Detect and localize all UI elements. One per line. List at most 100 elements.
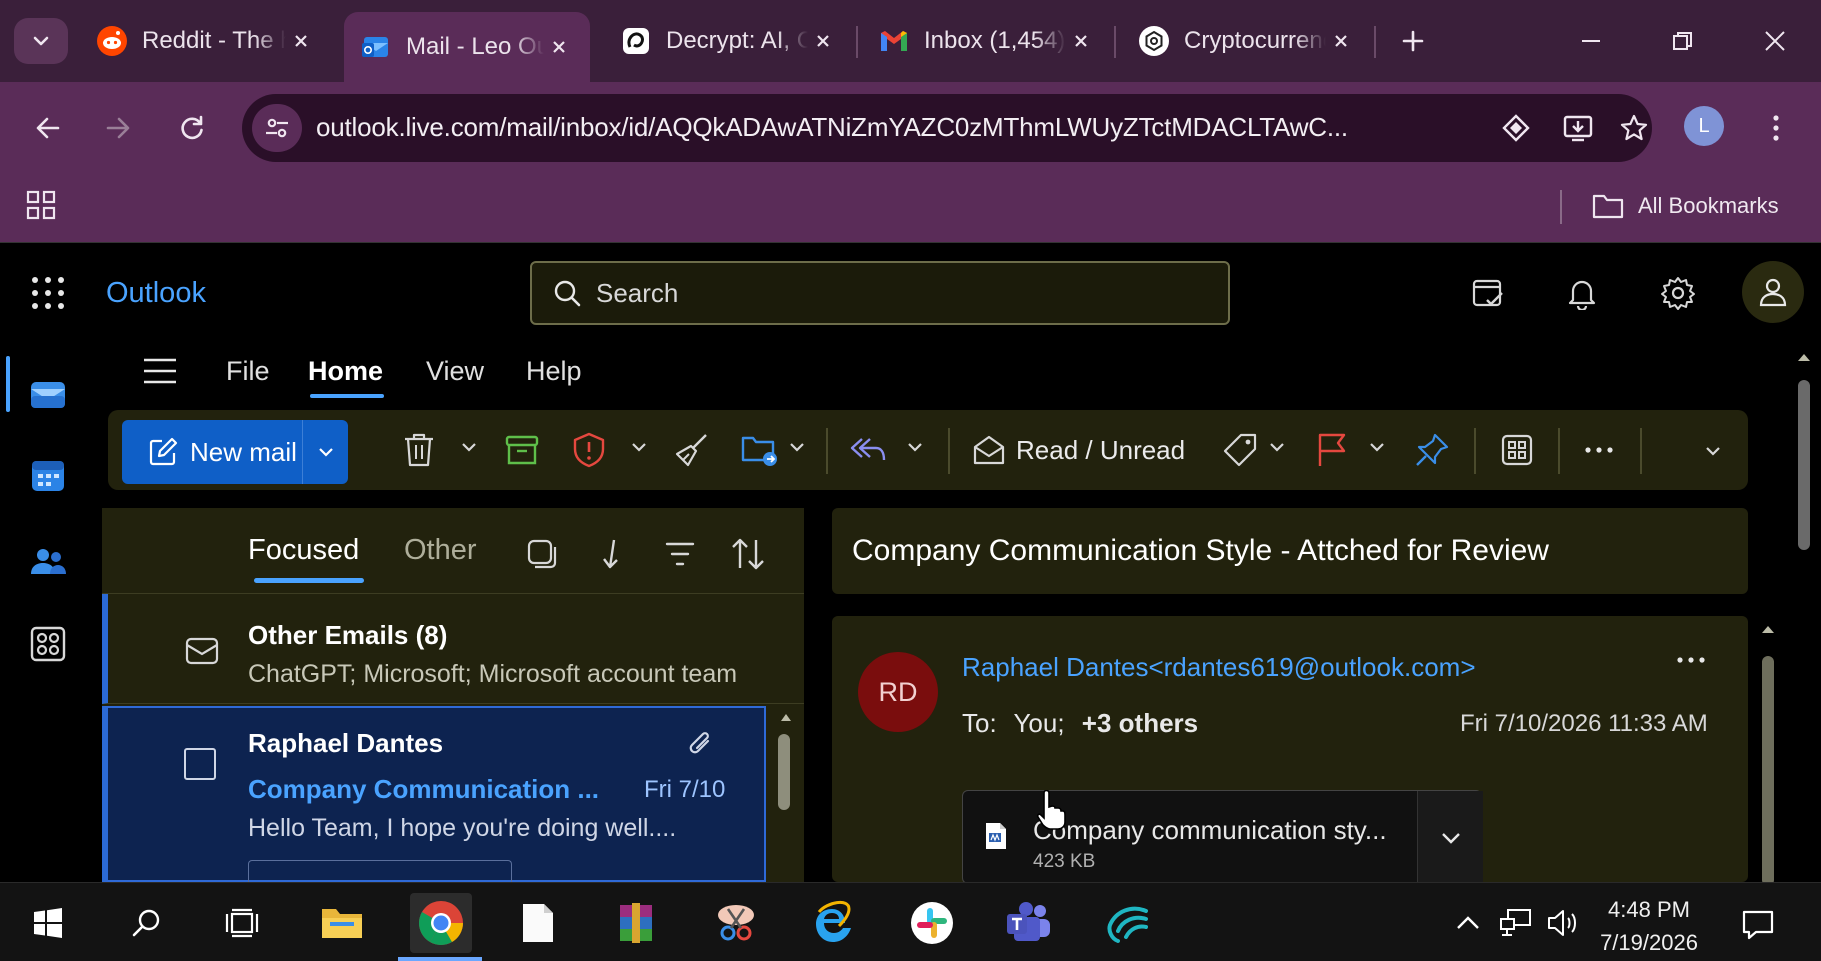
back-button[interactable] — [26, 106, 70, 150]
rail-apps[interactable] — [26, 622, 70, 666]
select-mode-button[interactable] — [524, 536, 560, 572]
volume-icon[interactable] — [1544, 903, 1584, 943]
internet-explorer-button[interactable] — [802, 893, 862, 953]
attachment-menu-button[interactable] — [1417, 791, 1483, 885]
notepad-button[interactable] — [508, 893, 568, 953]
tab-cryptocurrency[interactable]: Cryptocurrency — [1138, 14, 1356, 68]
chrome-taskbar-button[interactable] — [410, 893, 472, 953]
close-tab-icon[interactable] — [1326, 26, 1356, 56]
categorize-button[interactable] — [1222, 430, 1258, 470]
recipient-you[interactable]: You; — [1013, 708, 1064, 738]
recipient-others[interactable]: +3 others — [1082, 708, 1198, 738]
all-bookmarks-button[interactable]: All Bookmarks — [1592, 186, 1779, 226]
browser-menu-button[interactable] — [1754, 106, 1798, 150]
new-mail-button[interactable]: New mail — [122, 420, 348, 484]
read-unread-button[interactable]: Read / Unread — [972, 430, 1185, 470]
tab-search-button[interactable] — [14, 18, 68, 64]
categorize-dropdown[interactable] — [1268, 438, 1286, 456]
system-clock[interactable]: 4:48 PM 7/19/2026 — [1594, 893, 1704, 959]
network-icon[interactable] — [1496, 903, 1536, 943]
site-info-button[interactable] — [252, 104, 302, 152]
other-emails-summary-row[interactable]: Other Emails (8) ChatGPT; Microsoft; Mic… — [102, 594, 804, 704]
google-lens-button[interactable] — [1496, 108, 1536, 148]
delete-button[interactable] — [402, 430, 436, 470]
close-tab-icon[interactable] — [286, 26, 316, 56]
rail-people[interactable] — [26, 540, 70, 584]
page-scrollbar[interactable] — [1798, 380, 1810, 550]
snipping-tool-button[interactable] — [706, 893, 766, 953]
tab-help[interactable]: Help — [526, 356, 582, 387]
close-tab-icon[interactable] — [544, 32, 574, 62]
report-dropdown[interactable] — [630, 438, 648, 456]
move-to-button[interactable] — [740, 430, 780, 470]
message-more-actions-icon[interactable] — [1676, 656, 1706, 664]
reply-all-button[interactable] — [848, 430, 888, 470]
select-message-checkbox[interactable] — [184, 748, 216, 780]
reply-dropdown[interactable] — [906, 438, 924, 456]
sender-avatar[interactable]: RD — [858, 652, 938, 732]
rail-mail[interactable] — [26, 372, 70, 416]
close-window-button[interactable] — [1752, 18, 1798, 64]
profile-avatar[interactable]: L — [1684, 106, 1724, 146]
ribbon-expand-button[interactable] — [1704, 442, 1722, 460]
action-center-button[interactable] — [1736, 903, 1780, 947]
outlook-brand[interactable]: Outlook — [106, 277, 206, 310]
minimize-button[interactable] — [1568, 18, 1614, 64]
bookmark-star-button[interactable] — [1614, 108, 1654, 148]
message-list-scrollbar[interactable] — [778, 734, 790, 810]
slack-button[interactable] — [902, 893, 962, 953]
message-list-item-selected[interactable]: Raphael Dantes Company Communication ...… — [102, 706, 766, 890]
pin-button[interactable] — [1414, 430, 1450, 470]
more-options-button[interactable] — [1584, 430, 1614, 470]
report-button[interactable] — [572, 430, 606, 470]
layout-button[interactable] — [1500, 430, 1534, 470]
restore-button[interactable] — [1660, 18, 1706, 64]
settings-button[interactable] — [1658, 273, 1698, 313]
start-button[interactable] — [18, 893, 78, 953]
teams-button[interactable] — [998, 893, 1058, 953]
url-text[interactable]: outlook.live.com/mail/inbox/id/AQQkADAwA… — [316, 112, 1496, 143]
tab-reddit[interactable]: Reddit - The heart of the internet — [96, 14, 316, 68]
jump-to-button[interactable] — [594, 536, 630, 572]
address-bar[interactable]: outlook.live.com/mail/inbox/id/AQQkADAwA… — [242, 94, 1652, 162]
move-dropdown[interactable] — [788, 438, 806, 456]
forward-button[interactable] — [96, 106, 140, 150]
app-wave-button[interactable] — [1096, 893, 1156, 953]
flag-button[interactable] — [1316, 430, 1348, 470]
install-app-button[interactable] — [1558, 108, 1598, 148]
sweep-button[interactable] — [674, 430, 710, 470]
hamburger-menu-icon[interactable] — [142, 356, 178, 386]
app-launcher-icon[interactable] — [30, 275, 66, 311]
file-explorer-button[interactable] — [312, 893, 372, 953]
tab-gmail-inbox[interactable]: Inbox (1,454) — [878, 14, 1096, 68]
show-hidden-icons-button[interactable] — [1448, 903, 1488, 943]
my-day-button[interactable] — [1468, 273, 1508, 313]
winrar-button[interactable] — [606, 893, 666, 953]
tab-decrypt[interactable]: Decrypt: AI, Crypto — [620, 14, 838, 68]
other-tab[interactable]: Other — [404, 534, 477, 567]
delete-dropdown[interactable] — [460, 438, 478, 456]
new-tab-button[interactable] — [1390, 18, 1436, 64]
close-tab-icon[interactable] — [808, 26, 838, 56]
new-mail-main[interactable]: New mail — [122, 420, 302, 484]
taskbar-search-button[interactable] — [116, 893, 176, 953]
focused-tab[interactable]: Focused — [248, 534, 359, 567]
list-scroll-up-icon[interactable] — [780, 712, 792, 722]
reload-button[interactable] — [170, 106, 214, 150]
new-mail-dropdown[interactable] — [302, 420, 348, 484]
reading-pane-scrollbar[interactable] — [1762, 656, 1774, 886]
rail-calendar[interactable] — [26, 454, 70, 498]
apps-grid-icon[interactable] — [26, 190, 56, 220]
archive-button[interactable] — [504, 430, 540, 470]
tab-file[interactable]: File — [226, 356, 270, 387]
sort-button[interactable] — [730, 536, 766, 572]
search-input[interactable]: Search — [530, 261, 1230, 325]
account-button[interactable] — [1742, 261, 1804, 323]
reading-scroll-up-icon[interactable] — [1761, 624, 1775, 634]
task-view-button[interactable] — [212, 893, 272, 953]
close-tab-icon[interactable] — [1066, 26, 1096, 56]
notifications-button[interactable] — [1562, 273, 1602, 313]
flag-dropdown[interactable] — [1368, 438, 1386, 456]
filter-button[interactable] — [662, 536, 698, 572]
tab-view[interactable]: View — [426, 356, 484, 387]
